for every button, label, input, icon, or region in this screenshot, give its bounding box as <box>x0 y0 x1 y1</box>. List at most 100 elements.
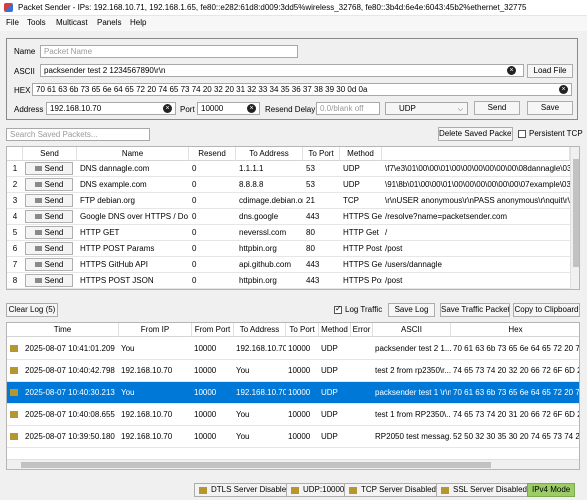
search-saved-placeholder: Search Saved Packets... <box>10 130 98 139</box>
udp-server-status[interactable]: UDP:10000 <box>286 483 350 497</box>
log-cell-hex: 70 61 63 6b 73 65 6e 64 65 72 20 74 65 <box>453 344 580 353</box>
row-send-button[interactable]: Send <box>25 258 73 271</box>
resend-delay-input[interactable]: 0.0/blank off <box>316 102 380 115</box>
clear-log-button[interactable]: Clear Log (5) <box>6 303 58 317</box>
saved-scrollbar[interactable] <box>570 147 579 289</box>
save-traffic-packet-button[interactable]: Save Traffic Packet <box>440 303 510 317</box>
dtls-status-label: DTLS Server Disabled <box>211 485 291 494</box>
log-cell-from-port: 10000 <box>194 410 217 419</box>
row-send-button[interactable]: Send <box>25 274 73 287</box>
menu-file[interactable]: File <box>6 18 19 27</box>
saved-packet-row[interactable]: Send 2 DNS example.com 0 8.8.8.8 53 UDP \91\8b\… <box>7 177 579 193</box>
row-send-label: Send <box>44 196 64 205</box>
packet-name-input[interactable]: Packet Name <box>40 45 298 58</box>
saved-cell-resend: 0 <box>192 180 197 189</box>
clear-address-icon[interactable]: × <box>163 104 172 113</box>
copy-to-clipboard-button[interactable]: Copy to Clipboard <box>513 303 580 317</box>
log-traffic-checkbox[interactable] <box>334 304 342 314</box>
saved-packets-table: Send Name Resend To Address To Port Meth… <box>6 146 580 290</box>
ipv4-mode-label: IPv4 Mode <box>532 485 571 494</box>
saved-cell-resend: 0 <box>192 228 197 237</box>
saved-cell-addr: cdimage.debian.org <box>239 196 303 205</box>
menu-tools[interactable]: Tools <box>27 18 46 27</box>
saved-cell-addr: httpbin.org <box>239 276 277 285</box>
ssl-server-status[interactable]: SSL Server Disabled <box>436 483 532 497</box>
save-button[interactable]: Save <box>527 101 573 115</box>
packet-direction-icon <box>10 411 18 418</box>
log-col-from-port: From Port <box>192 323 234 337</box>
saved-cell-extra: \91\8b\01\00\00\01\00\00\00\00\00\00\07e… <box>385 180 570 189</box>
status-bar: DTLS Server Disabled UDP:10000 TCP Serve… <box>0 480 587 500</box>
col-name: Name <box>77 147 189 161</box>
protocol-select[interactable]: UDP ⌵ <box>385 102 468 115</box>
saved-packet-row[interactable]: Send 4 Google DNS over HTTPS / DoH 0 dns.goo… <box>7 209 579 225</box>
log-cell-ascii: test 1 from RP2350\... <box>375 410 451 419</box>
saved-packet-row[interactable]: Send 3 FTP debian.org 0 cdimage.debian.org 21… <box>7 193 579 209</box>
saved-cell-name: DNS example.com <box>80 180 147 189</box>
saved-cell-num: 4 <box>12 212 18 221</box>
send-icon <box>34 246 42 252</box>
saved-packet-row[interactable]: Send 1 DNS dannagle.com 0 1.1.1.1 53 UDP \f7\e3… <box>7 161 579 177</box>
ipv4-mode-button[interactable]: IPv4 Mode <box>527 483 576 497</box>
row-send-button[interactable]: Send <box>25 226 73 239</box>
saved-packet-row[interactable]: Send 7 HTTPS GitHub API 0 api.github.com 443 H… <box>7 257 579 273</box>
packet-direction-icon <box>10 345 18 352</box>
load-file-button[interactable]: Load File <box>527 64 573 78</box>
col-request <box>382 147 570 161</box>
log-col-method: Method <box>319 323 351 337</box>
log-col-hex: Hex <box>451 323 579 337</box>
ascii-value: packsender test 2 1234567890\r\n <box>44 66 166 75</box>
traffic-log-row[interactable]: 2025-08-07 10:41:01.209 You 10000 192.168.1… <box>7 338 579 360</box>
dtls-server-status[interactable]: DTLS Server Disabled <box>194 483 296 497</box>
clear-port-icon[interactable]: × <box>247 104 256 113</box>
saved-cell-port: 53 <box>306 180 315 189</box>
address-input[interactable]: 192.168.10.70 <box>46 102 176 115</box>
traffic-log-row[interactable]: 2025-08-07 10:40:42.798 192.168.10.70 1000… <box>7 360 579 382</box>
menu-help[interactable]: Help <box>130 18 146 27</box>
saved-cell-num: 7 <box>12 260 18 269</box>
saved-packet-row[interactable]: Send 5 HTTP GET 0 neverssl.com 80 HTTP Get / <box>7 225 579 241</box>
ascii-input[interactable]: packsender test 2 1234567890\r\n <box>40 64 524 77</box>
log-cell-ascii: test 2 from rp2350\r... <box>375 366 451 375</box>
log-cell-ascii: packsender test 1 \r\n <box>375 388 451 397</box>
traffic-log-row[interactable]: 2025-08-07 10:40:30.213 You 10000 192.168.1… <box>7 382 579 404</box>
row-send-button[interactable]: Send <box>25 178 73 191</box>
traffic-log-row[interactable]: 2025-08-07 10:40:08.655 192.168.10.70 1000… <box>7 404 579 426</box>
saved-packet-row[interactable]: Send 6 HTTP POST Params 0 httpbin.org 80 HTTP … <box>7 241 579 257</box>
packet-direction-icon <box>10 389 18 396</box>
persistent-tcp-checkbox[interactable] <box>518 130 526 138</box>
saved-cell-method: UDP <box>343 180 360 189</box>
saved-cell-num: 3 <box>12 196 18 205</box>
search-saved-input[interactable]: Search Saved Packets... <box>6 128 150 141</box>
send-button[interactable]: Send <box>474 101 520 115</box>
menu-panels[interactable]: Panels <box>97 18 121 27</box>
traffic-log-row[interactable]: 2025-08-07 10:39:50.180 192.168.10.70 1000… <box>7 426 579 448</box>
saved-cell-extra: / <box>385 228 388 237</box>
title-bar: Packet Sender - IPs: 192.168.10.71, 192.… <box>0 0 587 16</box>
row-send-button[interactable]: Send <box>25 210 73 223</box>
row-send-button[interactable]: Send <box>25 194 73 207</box>
menu-multicast[interactable]: Multicast <box>56 18 88 27</box>
log-hscroll-thumb[interactable] <box>21 462 491 468</box>
log-cell-from-port: 10000 <box>194 344 217 353</box>
delete-saved-packet-button[interactable]: Delete Saved Packet <box>438 127 513 141</box>
saved-cell-port: 80 <box>306 244 315 253</box>
tcp-server-status[interactable]: TCP Server Disabled <box>344 483 441 497</box>
row-send-button[interactable]: Send <box>25 162 73 175</box>
log-cell-error <box>353 360 373 382</box>
saved-cell-port: 80 <box>306 228 315 237</box>
hex-input[interactable]: 70 61 63 6b 73 65 6e 64 65 72 20 74 65 7… <box>32 83 572 96</box>
clear-hex-icon[interactable]: × <box>559 85 568 94</box>
address-value: 192.168.10.70 <box>50 104 102 113</box>
row-send-button[interactable]: Send <box>25 242 73 255</box>
save-log-button[interactable]: Save Log <box>388 303 435 317</box>
saved-packet-row[interactable]: Send 8 HTTPS POST JSON 0 httpbin.org 443 HTTPS… <box>7 273 579 289</box>
saved-cell-method: HTTP Post <box>343 244 382 253</box>
log-col-error: Error <box>351 323 373 337</box>
saved-cell-extra: \r\nUSER anonymous\r\nPASS anonymous\r\n… <box>385 196 570 205</box>
clear-ascii-icon[interactable]: × <box>507 66 516 75</box>
saved-scroll-thumb[interactable] <box>573 159 579 267</box>
ascii-label: ASCII <box>14 67 35 76</box>
row-number-header <box>7 147 23 161</box>
log-hscrollbar[interactable] <box>7 459 579 469</box>
